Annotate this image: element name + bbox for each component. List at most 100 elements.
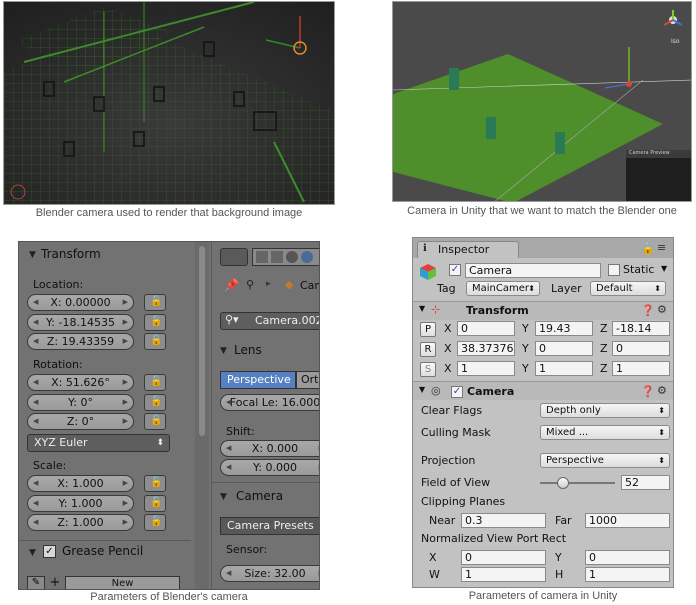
rotation-z-field[interactable]: ◀ Z: 0° ▶ <box>27 413 134 430</box>
pin-icon[interactable]: 📌 <box>224 278 239 292</box>
camera-enabled-checkbox[interactable]: ✓ <box>451 386 463 398</box>
scale-label: Scale: <box>33 459 67 472</box>
collapse-triangle-icon[interactable]: ▼ <box>220 492 227 502</box>
shift-x-field[interactable]: ◀X: 0.000▶ <box>220 440 319 457</box>
collapse-triangle-icon[interactable]: ▼ <box>29 250 36 260</box>
help-icon[interactable]: ❓ <box>641 385 655 398</box>
gameobject-cube-icon <box>419 263 437 281</box>
add-icon[interactable]: + <box>47 576 63 590</box>
menu-icon[interactable]: ≡ <box>657 241 666 254</box>
position-z-field[interactable]: -18.14 <box>612 321 670 336</box>
properties-tabs[interactable] <box>252 248 319 266</box>
help-icon[interactable]: ❓ <box>641 304 655 317</box>
editor-type-icon[interactable] <box>220 248 248 266</box>
rotation-y-field[interactable]: ◀ Y: 0° ▶ <box>27 394 134 411</box>
object-tab-icon[interactable] <box>301 251 313 263</box>
camera-header: Camera <box>467 385 515 398</box>
layer-label: Layer <box>551 282 582 295</box>
tag-dropdown[interactable]: MainCamer ⬍ <box>466 281 540 296</box>
position-reset-button[interactable]: P <box>420 322 436 337</box>
rotation-y-field[interactable]: 0 <box>535 341 593 356</box>
near-field[interactable]: 0.3 <box>461 513 546 528</box>
location-label: Location: <box>33 278 84 291</box>
camera-header[interactable]: Camera <box>236 489 283 503</box>
static-dropdown-icon[interactable]: ▼ <box>661 264 667 273</box>
fov-slider-track[interactable] <box>540 482 615 484</box>
fov-slider-thumb[interactable] <box>556 477 569 489</box>
scale-x-field[interactable]: 1 <box>457 361 515 376</box>
scrollbar-thumb[interactable] <box>199 246 205 436</box>
lock-rotation-z-icon[interactable]: 🔓 <box>144 413 166 430</box>
camera-presets-button[interactable]: Camera Presets <box>220 517 319 535</box>
lock-icon[interactable]: 🔒 <box>641 242 655 255</box>
layer-dropdown[interactable]: Default ⬍ <box>590 281 666 296</box>
scrollbar[interactable] <box>195 242 209 589</box>
lock-scale-y-icon[interactable]: 🔓 <box>144 495 166 512</box>
viewport-y-field[interactable]: 0 <box>585 550 670 565</box>
inspector-tab[interactable]: ℹ Inspector <box>417 241 519 258</box>
lock-rotation-x-icon[interactable]: 🔓 <box>144 374 166 391</box>
scene-gizmo-icon[interactable] <box>661 8 685 32</box>
settings-gear-icon[interactable]: ⚙ <box>657 384 667 397</box>
active-checkbox[interactable]: ✓ <box>449 264 461 276</box>
collapse-triangle-icon[interactable]: ▼ <box>419 304 425 313</box>
rotation-mode-select[interactable]: XYZ Euler ⬍ <box>27 434 170 452</box>
perspective-tab[interactable]: Perspective <box>220 371 296 389</box>
viewport-x-field[interactable]: 0 <box>461 550 546 565</box>
shift-y-field[interactable]: ◀Y: 0.000▶ <box>220 459 319 476</box>
camera-datablock-select[interactable]: ⚲▾ Camera.002 <box>220 312 319 330</box>
rotation-x-field[interactable]: 38.37376 <box>457 341 515 356</box>
scale-x-field[interactable]: ◀ X: 1.000 ▶ <box>27 475 134 492</box>
focal-length-field[interactable]: ◀Focal Le: 16.000▶ <box>220 394 319 411</box>
lock-scale-z-icon[interactable]: 🔓 <box>144 514 166 531</box>
viewport-w-field[interactable]: 1 <box>461 567 546 582</box>
scale-y-field[interactable]: 1 <box>535 361 593 376</box>
culling-mask-dropdown[interactable]: Mixed ... ⬍ <box>540 425 670 440</box>
static-checkbox[interactable] <box>608 264 620 276</box>
projection-dropdown[interactable]: Perspective ⬍ <box>540 453 670 468</box>
position-x-field[interactable]: 0 <box>457 321 515 336</box>
world-tab-icon[interactable] <box>286 251 298 263</box>
transform-component-header[interactable] <box>413 302 673 320</box>
collapse-triangle-icon[interactable]: ▼ <box>419 385 425 394</box>
object-name-field[interactable]: Camera <box>465 263 601 278</box>
transform-header[interactable]: Transform <box>41 247 101 261</box>
lock-location-x-icon[interactable]: 🔓 <box>144 294 166 311</box>
rotation-reset-button[interactable]: R <box>420 342 436 357</box>
rotation-x-field[interactable]: ◀ X: 51.626° ▶ <box>27 374 134 391</box>
new-button[interactable]: New <box>65 576 180 589</box>
location-y-field[interactable]: ◀ Y: -18.14535 ▶ <box>27 314 134 331</box>
scale-z-field[interactable]: ◀ Z: 1.000 ▶ <box>27 514 134 531</box>
orthographic-tab[interactable]: Orthogr <box>296 371 319 389</box>
grease-pencil-header[interactable]: Grease Pencil <box>62 544 143 558</box>
scale-z-field[interactable]: 1 <box>612 361 670 376</box>
render-tab-icon[interactable] <box>256 251 268 263</box>
lock-location-y-icon[interactable]: 🔓 <box>144 314 166 331</box>
clear-flags-label: Clear Flags <box>421 404 483 417</box>
fov-value-field[interactable]: 52 <box>621 475 670 490</box>
rotation-label: Rotation: <box>33 358 83 371</box>
location-z-field[interactable]: ◀ Z: 19.43359 ▶ <box>27 333 134 350</box>
scene-tab-icon[interactable] <box>271 251 283 263</box>
lock-rotation-y-icon[interactable]: 🔓 <box>144 394 166 411</box>
lens-header[interactable]: Lens <box>234 343 262 357</box>
far-field[interactable]: 1000 <box>585 513 670 528</box>
viewport-h-field[interactable]: 1 <box>585 567 670 582</box>
pencil-icon[interactable]: ✎ <box>27 576 45 589</box>
sensor-size-field[interactable]: ◀Size: 32.00▶ <box>220 565 319 582</box>
clipping-planes-label: Clipping Planes <box>421 495 506 508</box>
clear-flags-dropdown[interactable]: Depth only ⬍ <box>540 403 670 418</box>
grease-pencil-checkbox[interactable]: ✓ <box>43 545 56 558</box>
lock-location-z-icon[interactable]: 🔓 <box>144 333 166 350</box>
collapse-triangle-icon[interactable]: ▼ <box>29 548 36 558</box>
scale-reset-button[interactable]: S <box>420 362 436 377</box>
collapse-triangle-icon[interactable]: ▼ <box>220 346 227 356</box>
viewport-rect-label: Normalized View Port Rect <box>421 532 567 545</box>
settings-gear-icon[interactable]: ⚙ <box>657 303 667 316</box>
scale-y-field[interactable]: ◀ Y: 1.000 ▶ <box>27 495 134 512</box>
lock-scale-x-icon[interactable]: 🔓 <box>144 475 166 492</box>
rotation-z-field[interactable]: 0 <box>612 341 670 356</box>
far-label: Far <box>555 514 572 527</box>
location-x-field[interactable]: ◀ X: 0.00000 ▶ <box>27 294 134 311</box>
position-y-field[interactable]: 19.43 <box>535 321 593 336</box>
